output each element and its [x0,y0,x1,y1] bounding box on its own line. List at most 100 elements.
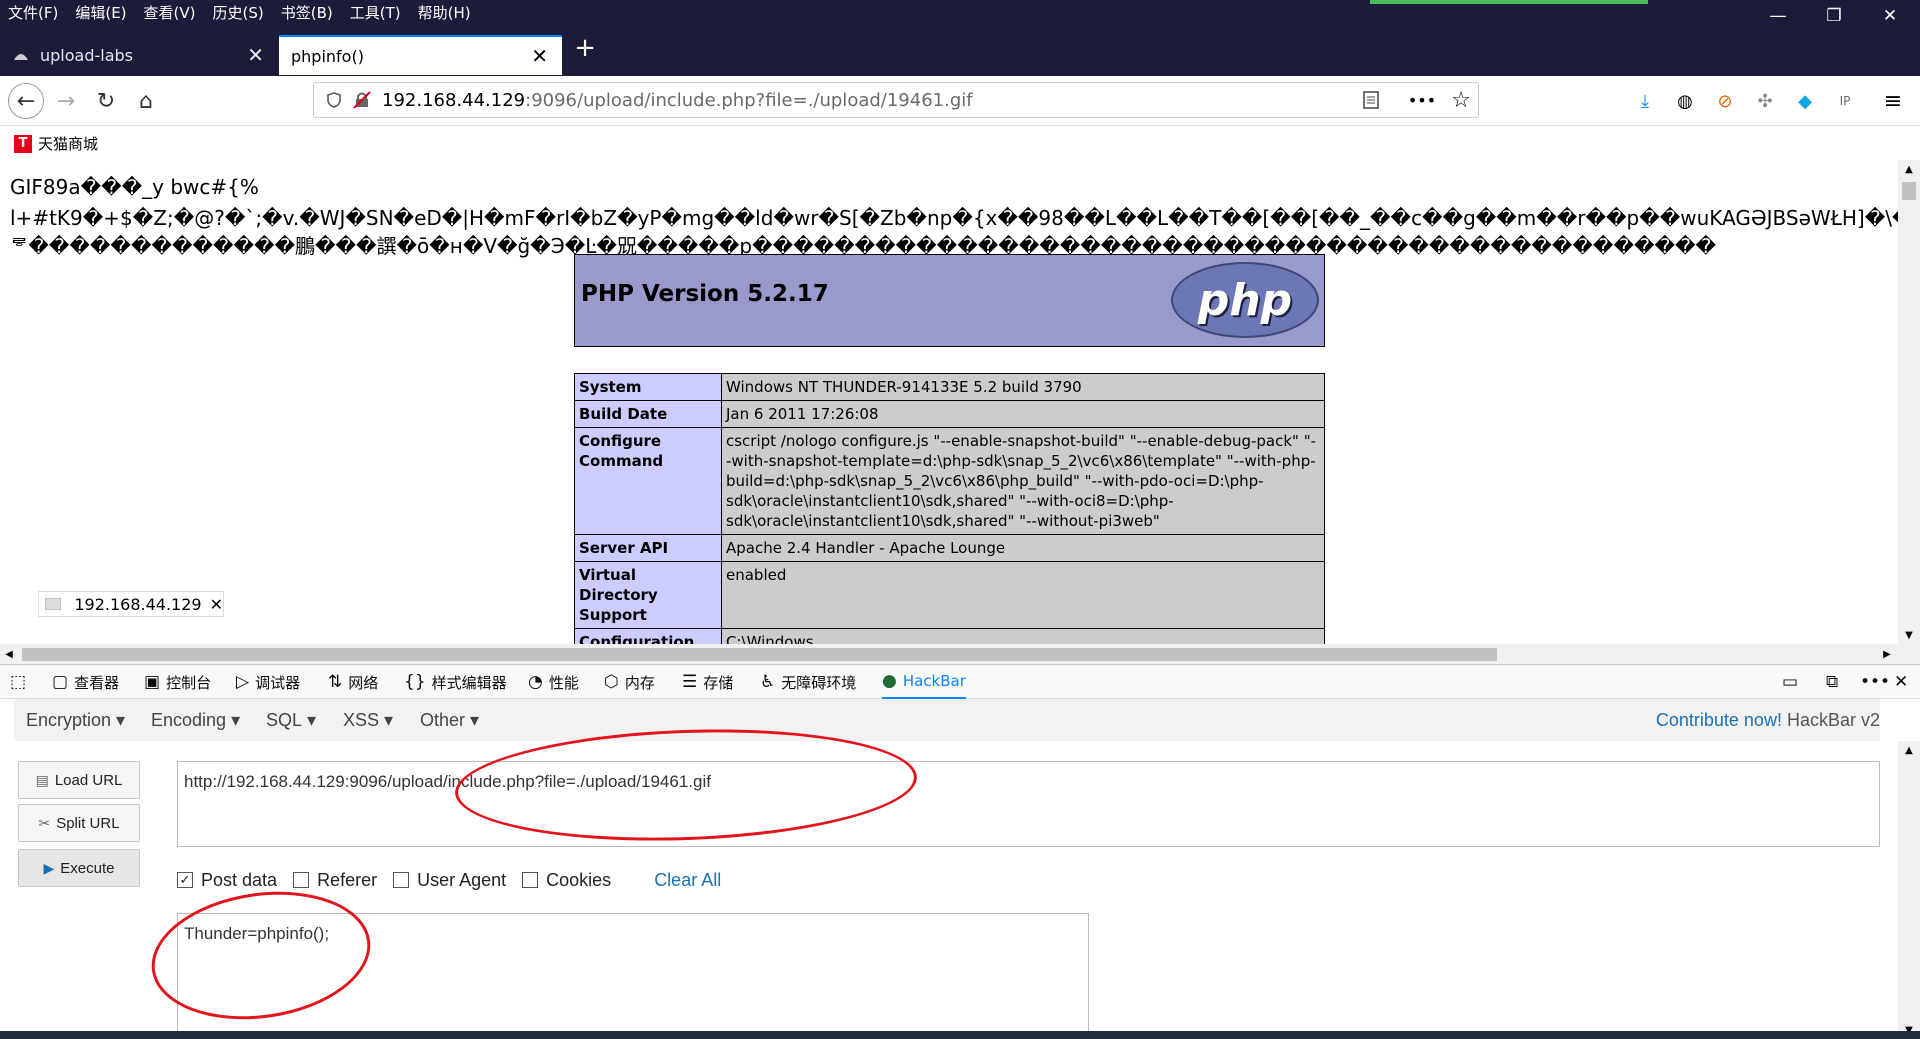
load-url-button[interactable]: ▤ Load URL [18,761,140,799]
tab-network[interactable]: ⇅ 网络 [328,665,378,699]
extension-ip-icon[interactable]: IP [1832,88,1858,114]
tab-close-icon[interactable]: ✕ [247,43,264,67]
dock-side-icon[interactable]: ▭ [1782,665,1804,699]
page-vertical-scrollbar[interactable]: ▲ ▼ [1898,160,1920,644]
page-icon [39,598,66,610]
table-row: Virtual Directory Support enabled [574,561,1325,629]
contribute-link[interactable]: Contribute now! [1656,710,1782,731]
back-button[interactable]: ← [8,83,44,119]
user-agent-checkbox[interactable]: User Agent [393,870,506,891]
shield-icon[interactable] [320,92,348,108]
info-value: cscript /nologo configure.js "--enable-s… [721,427,1325,535]
extension-puzzle-icon[interactable]: ✣ [1752,88,1778,114]
info-key: Build Date [574,400,722,428]
menu-file[interactable]: 文件(F) [8,2,58,23]
execute-icon: ▶ [43,859,55,876]
php-logo: php [1171,262,1319,338]
reload-button[interactable]: ↻ [90,85,122,117]
menu-other[interactable]: Other ▾ [420,699,479,741]
tab-accessibility[interactable]: ♿ 无障碍环境 [760,665,856,699]
clear-all-link[interactable]: Clear All [654,870,721,891]
scroll-right-icon[interactable]: ▶ [1878,646,1896,662]
performance-icon: ◔ [528,672,543,692]
separate-window-icon[interactable]: ⧉ [1826,665,1844,699]
debugger-icon: ▷ [236,672,250,692]
devtools-close-icon[interactable]: ✕ [1894,665,1914,699]
url-textarea[interactable]: http://192.168.44.129:9096/upload/includ… [177,761,1880,847]
minimize-button[interactable]: — [1750,0,1806,32]
post-data-checkbox[interactable]: ✓ Post data [177,870,277,891]
split-url-button[interactable]: ✂ Split URL [18,804,140,842]
menu-encoding[interactable]: Encoding ▾ [151,699,240,741]
referer-checkbox[interactable]: Referer [293,870,377,891]
downloads-icon[interactable]: ⤓ [1632,88,1658,114]
scroll-down-icon[interactable]: ▼ [1898,626,1920,644]
scroll-left-icon[interactable]: ◀ [0,646,18,662]
cookies-checkbox[interactable]: Cookies [522,870,611,891]
restore-button[interactable]: ❐ [1806,0,1862,32]
home-button[interactable]: ⌂ [130,85,162,117]
element-picker-icon[interactable]: ⬚ [10,665,32,699]
extension-block-icon[interactable]: ⊘ [1712,88,1738,114]
split-url-icon: ✂ [38,814,51,831]
reader-view-icon[interactable] [1356,91,1386,109]
bookmark-tmall[interactable]: T 天猫商城 [14,133,98,154]
info-value: Windows NT THUNDER-914133E 5.2 build 379… [721,373,1325,401]
inspector-icon: ▢ [52,672,69,692]
menu-encryption[interactable]: Encryption ▾ [26,699,125,741]
navigation-bar: ← → ↻ ⌂ 192.168.44.129:9096/upload/inclu… [0,76,1920,126]
menu-tools[interactable]: 工具(T) [350,2,401,23]
tab-hackbar[interactable]: ● HackBar [882,665,966,699]
insecure-connection-icon[interactable] [348,91,376,109]
scroll-thumb[interactable] [1902,182,1916,200]
execute-button[interactable]: ▶ Execute [18,849,140,887]
table-row: Configure Command cscript /nologo config… [574,427,1325,535]
checkbox-icon [293,872,310,888]
menu-edit[interactable]: 编辑(E) [75,2,126,23]
close-window-button[interactable]: ✕ [1862,0,1918,32]
menu-sql[interactable]: SQL ▾ [266,699,316,741]
url-bar[interactable]: 192.168.44.129:9096/upload/include.php?f… [313,82,1479,118]
extension-globe-icon[interactable]: ◍ [1672,88,1698,114]
php-version-title: PHP Version 5.2.17 [581,281,829,307]
hamburger-menu-icon[interactable]: ≡ [1880,88,1906,114]
bookmark-star-icon[interactable]: ☆ [1444,88,1478,113]
menu-view[interactable]: 查看(V) [144,2,196,23]
checkbox-icon [393,872,410,888]
tab-upload-labs[interactable]: upload-labs ✕ [0,35,278,75]
info-key: Server API [574,534,722,562]
tooltip-text: 192.168.44.129 [74,594,202,614]
info-value: C:\Windows [721,628,1325,644]
page-horizontal-scrollbar[interactable]: ◀ ▶ [0,644,1920,664]
tab-close-icon[interactable]: ✕ [531,44,548,68]
page-actions-more-icon[interactable]: ••• [1400,91,1444,110]
tab-console[interactable]: ▣ 控制台 [144,665,211,699]
tab-inspector[interactable]: ▢ 查看器 [52,665,119,699]
tab-phpinfo[interactable]: phpinfo() ✕ [279,35,562,75]
scroll-up-icon[interactable]: ▲ [1898,160,1920,178]
new-tab-icon[interactable]: + [570,33,600,63]
menu-xss[interactable]: XSS ▾ [343,699,393,741]
checkbox-checked-icon: ✓ [177,872,193,888]
tab-style-editor[interactable]: {} 样式编辑器 [404,665,507,699]
menu-help[interactable]: 帮助(H) [418,2,471,23]
table-row: Build Date Jan 6 2011 17:26:08 [574,400,1325,428]
url-path: :9096/upload/include.php?file=./upload/1… [525,89,973,111]
close-icon[interactable]: ✕ [210,595,223,614]
tab-debugger[interactable]: ▷ 调试器 [236,665,300,699]
tab-performance[interactable]: ◔ 性能 [528,665,579,699]
menu-bar: 文件(F) 编辑(E) 查看(V) 历史(S) 书签(B) 工具(T) 帮助(H… [8,0,488,24]
tab-memory[interactable]: ⬡ 内存 [604,665,655,699]
devtools-scrollbar[interactable]: ▲ ▼ [1898,741,1920,1039]
devtools-more-icon[interactable]: ••• [1860,665,1896,699]
tab-storage[interactable]: ☰ 存储 [682,665,733,699]
table-row: System Windows NT THUNDER-914133E 5.2 bu… [574,373,1325,401]
menu-bookmarks[interactable]: 书签(B) [281,2,333,23]
forward-button[interactable]: → [50,85,82,117]
scroll-up-icon[interactable]: ▲ [1898,741,1920,759]
network-icon: ⇅ [328,672,343,692]
scroll-thumb[interactable] [22,648,1497,661]
extension-diamond-icon[interactable]: ◆ [1792,88,1818,114]
menu-history[interactable]: 历史(S) [213,2,264,23]
page-content: GIF89a���_y bwc#{% l+#tK9�+$�Z;�@?�`;�v.… [0,160,1898,644]
